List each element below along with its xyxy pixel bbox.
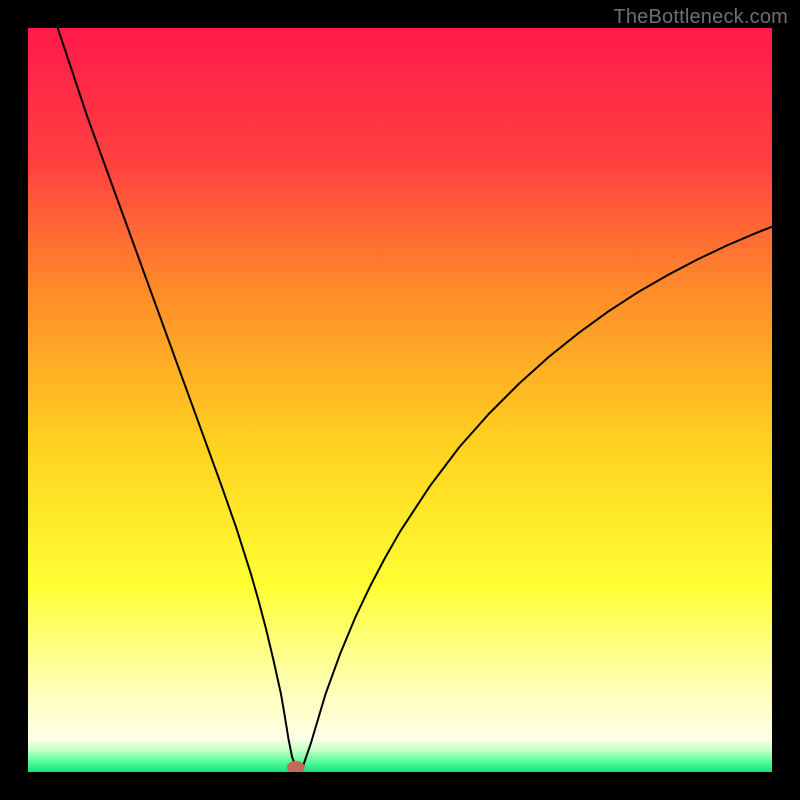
- chart-frame: TheBottleneck.com: [0, 0, 800, 800]
- gradient-background: [28, 28, 772, 772]
- plot-area: [28, 28, 772, 772]
- bottleneck-chart: [28, 28, 772, 772]
- watermark-text: TheBottleneck.com: [613, 6, 788, 29]
